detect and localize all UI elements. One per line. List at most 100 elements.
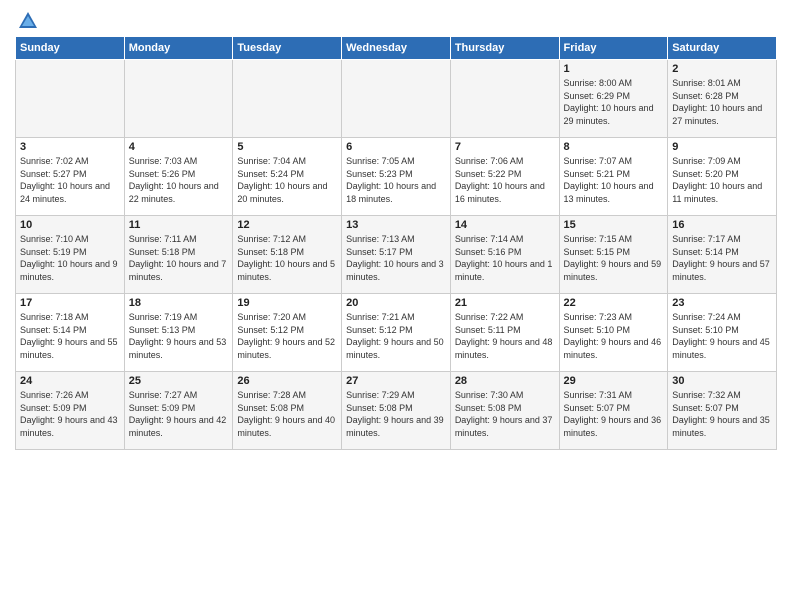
day-info-line: Sunset: 5:13 PM <box>129 324 229 337</box>
day-cell <box>16 60 125 138</box>
header <box>15 10 777 28</box>
day-info-line: Sunrise: 7:07 AM <box>564 155 664 168</box>
day-cell: 12 Sunrise: 7:12 AMSunset: 5:18 PMDayligh… <box>233 216 342 294</box>
day-info-line: Daylight: 10 hours and 16 minutes. <box>455 180 555 205</box>
day-number: 16 <box>672 219 772 231</box>
day-cell: 27Sunrise: 7:29 AMSunset: 5:08 PMDayligh… <box>342 372 451 450</box>
day-number: 9 <box>672 141 772 153</box>
day-number: 7 <box>455 141 555 153</box>
day-number: 23 <box>672 297 772 309</box>
day-info-line: Daylight: 10 hours and 11 minutes. <box>672 180 772 205</box>
day-info-line: Daylight: 9 hours and 48 minutes. <box>455 336 555 361</box>
day-number: 1 <box>564 63 664 75</box>
col-header-monday: Monday <box>124 37 233 60</box>
day-info-line: Daylight: 9 hours and 42 minutes. <box>129 414 229 439</box>
day-info-line: Sunrise: 7:04 AM <box>237 155 337 168</box>
day-info-line: Daylight: 9 hours and 59 minutes. <box>564 258 664 283</box>
day-number: 24 <box>20 375 120 387</box>
day-info-line: Sunset: 5:11 PM <box>455 324 555 337</box>
day-info-line: Daylight: 10 hours and 7 minutes. <box>129 258 229 283</box>
day-info-line: Daylight: 9 hours and 40 minutes. <box>237 414 337 439</box>
week-row-3: 17Sunrise: 7:18 AMSunset: 5:14 PMDayligh… <box>16 294 777 372</box>
day-number: 27 <box>346 375 446 387</box>
day-cell: 17Sunrise: 7:18 AMSunset: 5:14 PMDayligh… <box>16 294 125 372</box>
day-info-line: Daylight: 9 hours and 57 minutes. <box>672 258 772 283</box>
day-info-line: Sunrise: 7:10 AM <box>20 233 120 246</box>
day-info-line: Sunset: 5:14 PM <box>672 246 772 259</box>
day-info-line: Sunrise: 7:15 AM <box>564 233 664 246</box>
day-cell: 9Sunrise: 7:09 AMSunset: 5:20 PMDaylight… <box>668 138 777 216</box>
day-info-line: Sunset: 5:10 PM <box>672 324 772 337</box>
day-cell: 4Sunrise: 7:03 AMSunset: 5:26 PMDaylight… <box>124 138 233 216</box>
day-number: 11 <box>129 219 229 231</box>
day-info-line: Sunset: 5:16 PM <box>455 246 555 259</box>
day-number: 21 <box>455 297 555 309</box>
day-info-line: Sunrise: 7:11 AM <box>129 233 229 246</box>
page-container: SundayMondayTuesdayWednesdayThursdayFrid… <box>0 0 792 455</box>
day-cell: 5Sunrise: 7:04 AMSunset: 5:24 PMDaylight… <box>233 138 342 216</box>
col-header-tuesday: Tuesday <box>233 37 342 60</box>
day-cell: 20Sunrise: 7:21 AMSunset: 5:12 PMDayligh… <box>342 294 451 372</box>
day-info-line: Daylight: 9 hours and 46 minutes. <box>564 336 664 361</box>
day-info-line: Sunset: 5:08 PM <box>455 402 555 415</box>
day-info-line: Daylight: 10 hours and 3 minutes. <box>346 258 446 283</box>
day-cell: 18Sunrise: 7:19 AMSunset: 5:13 PMDayligh… <box>124 294 233 372</box>
day-info-line: Sunset: 5:24 PM <box>237 168 337 181</box>
day-info-line: Sunset: 5:26 PM <box>129 168 229 181</box>
day-info-line: Sunrise: 7:29 AM <box>346 389 446 402</box>
day-info-line: Daylight: 9 hours and 36 minutes. <box>564 414 664 439</box>
day-cell: 23 Sunrise: 7:24 AMSunset: 5:10 PMDayligh… <box>668 294 777 372</box>
day-info-line: Daylight: 10 hours and 5 minutes. <box>237 258 337 283</box>
day-number: 13 <box>346 219 446 231</box>
day-info-line: Sunrise: 8:01 AM <box>672 77 772 90</box>
day-cell: 1Sunrise: 8:00 AMSunset: 6:29 PMDaylight… <box>559 60 668 138</box>
day-number: 17 <box>20 297 120 309</box>
day-number: 25 <box>129 375 229 387</box>
day-info-line: Daylight: 10 hours and 24 minutes. <box>20 180 120 205</box>
day-info-line: Sunrise: 7:24 AM <box>672 311 772 324</box>
day-info-line: Sunset: 5:07 PM <box>672 402 772 415</box>
day-info-line: Sunrise: 7:27 AM <box>129 389 229 402</box>
day-info-line: Sunset: 5:09 PM <box>20 402 120 415</box>
day-number: 10 <box>20 219 120 231</box>
day-cell: 13Sunrise: 7:13 AMSunset: 5:17 PMDayligh… <box>342 216 451 294</box>
day-info-line: Daylight: 10 hours and 18 minutes. <box>346 180 446 205</box>
day-info-line: Daylight: 9 hours and 39 minutes. <box>346 414 446 439</box>
day-number: 28 <box>455 375 555 387</box>
day-number: 22 <box>564 297 664 309</box>
day-info-line: Sunrise: 7:02 AM <box>20 155 120 168</box>
day-info-line: Daylight: 10 hours and 27 minutes. <box>672 102 772 127</box>
col-header-friday: Friday <box>559 37 668 60</box>
day-info-line: Sunrise: 7:30 AM <box>455 389 555 402</box>
day-cell: 6Sunrise: 7:05 AMSunset: 5:23 PMDaylight… <box>342 138 451 216</box>
day-info-line: Sunset: 6:29 PM <box>564 90 664 103</box>
day-cell: 11Sunrise: 7:11 AMSunset: 5:18 PMDayligh… <box>124 216 233 294</box>
day-info-line: Daylight: 9 hours and 35 minutes. <box>672 414 772 439</box>
day-number: 8 <box>564 141 664 153</box>
day-info-line: Sunrise: 7:31 AM <box>564 389 664 402</box>
day-info-line: Sunrise: 7:20 AM <box>237 311 337 324</box>
day-info-line: Sunset: 5:23 PM <box>346 168 446 181</box>
calendar-table: SundayMondayTuesdayWednesdayThursdayFrid… <box>15 36 777 450</box>
day-cell <box>450 60 559 138</box>
logo <box>15 10 39 28</box>
day-info-line: Sunset: 5:19 PM <box>20 246 120 259</box>
day-cell: 21Sunrise: 7:22 AMSunset: 5:11 PMDayligh… <box>450 294 559 372</box>
day-number: 18 <box>129 297 229 309</box>
calendar-header-row: SundayMondayTuesdayWednesdayThursdayFrid… <box>16 37 777 60</box>
day-info-line: Sunrise: 7:12 AM <box>237 233 337 246</box>
day-cell <box>342 60 451 138</box>
day-info-line: Sunset: 5:18 PM <box>237 246 337 259</box>
day-number: 26 <box>237 375 337 387</box>
day-info-line: Sunrise: 7:13 AM <box>346 233 446 246</box>
week-row-1: 3Sunrise: 7:02 AMSunset: 5:27 PMDaylight… <box>16 138 777 216</box>
day-cell: 7Sunrise: 7:06 AMSunset: 5:22 PMDaylight… <box>450 138 559 216</box>
day-number: 19 <box>237 297 337 309</box>
day-info-line: Sunrise: 7:26 AM <box>20 389 120 402</box>
week-row-4: 24 Sunrise: 7:26 AMSunset: 5:09 PM Dayligh… <box>16 372 777 450</box>
day-cell <box>124 60 233 138</box>
day-number: 12 <box>237 219 337 231</box>
day-info-line: Daylight: 9 hours and 45 minutes. <box>672 336 772 361</box>
day-info-line: Sunset: 5:08 PM <box>237 402 337 415</box>
day-number: 14 <box>455 219 555 231</box>
